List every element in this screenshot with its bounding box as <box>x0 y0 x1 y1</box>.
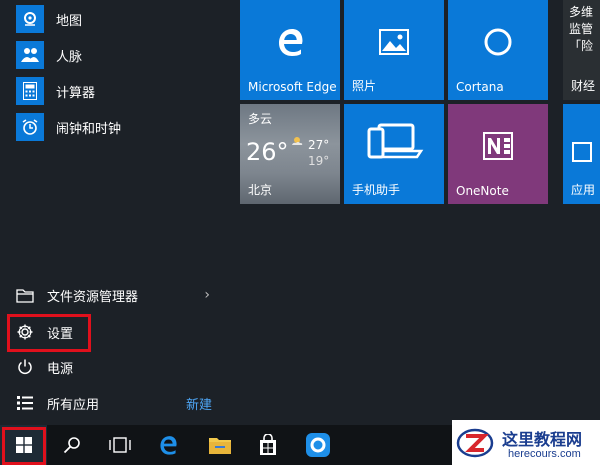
phone-laptop-icon <box>363 119 425 169</box>
finance-headline-line: 「险 <box>569 39 594 53</box>
tile-label: 照片 <box>352 79 377 93</box>
app-label: 闹钟和时钟 <box>56 121 122 137</box>
tile-label: Microsoft Edge <box>248 80 337 94</box>
all-apps-item[interactable]: 所有应用 新建 <box>0 386 232 420</box>
tile-edge[interactable]: Microsoft Edge <box>240 0 340 100</box>
people-icon <box>16 41 44 69</box>
tile-label: 北京 <box>248 183 273 197</box>
taskbar-store[interactable] <box>244 425 292 465</box>
alarm-clock-icon <box>16 113 44 141</box>
start-highlight-box <box>2 427 46 465</box>
file-explorer-label: 文件资源管理器 <box>47 289 139 305</box>
onenote-icon <box>482 130 514 166</box>
power-label: 电源 <box>47 361 74 377</box>
folder-icon <box>209 438 231 454</box>
tile-photos[interactable]: 照片 <box>344 0 444 100</box>
start-menu: 地图 人脉 计算器 闹钟和时钟 文件资源管理器 › 设置 电源 所有应用 新建 … <box>0 0 600 425</box>
tile-weather[interactable]: 多云 26° 27° 19° 北京 <box>240 104 340 204</box>
app-label: 地图 <box>56 13 83 29</box>
tile-onenote[interactable]: OneNote <box>448 104 548 204</box>
finance-headline-line: 监管 <box>569 22 594 36</box>
taskbar-app[interactable] <box>294 425 342 465</box>
app-item-people[interactable]: 人脉 <box>0 37 232 73</box>
watermark-url: herecours.com <box>508 448 581 460</box>
new-badge: 新建 <box>186 397 213 413</box>
search-button[interactable] <box>48 425 96 465</box>
chevron-right-icon[interactable]: › <box>204 287 210 303</box>
finance-headline-line: 多维 <box>569 5 594 19</box>
settings-highlight-box <box>7 314 91 352</box>
taskbar-edge[interactable] <box>144 425 192 465</box>
photo-icon <box>379 29 409 59</box>
store-icon <box>572 142 592 162</box>
weather-low: 19° <box>308 154 330 168</box>
tile-label: Cortana <box>456 80 504 94</box>
calculator-icon <box>16 77 44 105</box>
tile-cortana[interactable]: Cortana <box>448 0 548 100</box>
cloud-sun-icon <box>292 137 303 145</box>
folder-icon <box>15 285 35 305</box>
tile-label: OneNote <box>456 184 509 198</box>
app-item-maps[interactable]: 地图 <box>0 1 232 37</box>
watermark-title: 这里教程网 <box>502 430 583 449</box>
cortana-icon <box>482 26 514 62</box>
tile-label: 财经 <box>571 79 596 93</box>
task-view-button[interactable] <box>96 425 144 465</box>
weather-condition: 多云 <box>248 112 273 126</box>
watermark: 这里教程网 herecours.com <box>452 420 600 465</box>
all-apps-label: 所有应用 <box>47 397 100 413</box>
finance-headline: 多维 监管 「险 <box>569 4 593 55</box>
edge-icon <box>160 436 177 455</box>
file-explorer-item[interactable]: 文件资源管理器 › <box>0 278 232 312</box>
power-item[interactable]: 电源 <box>0 350 232 384</box>
weather-temperature: 26° <box>246 138 289 166</box>
tile-label: 应用 <box>571 183 596 197</box>
app-label: 计算器 <box>56 85 96 101</box>
tile-label: 手机助手 <box>352 183 401 197</box>
tile-finance[interactable]: 多维 监管 「险 财经 <box>563 0 600 100</box>
store-bag-icon <box>260 434 276 455</box>
app-item-alarms[interactable]: 闹钟和时钟 <box>0 109 232 145</box>
weather-high: 27° <box>308 138 330 152</box>
tile-phone-companion[interactable]: 手机助手 <box>344 104 444 204</box>
tile-store[interactable]: 应用 <box>563 104 600 204</box>
all-apps-icon <box>15 393 35 413</box>
map-pin-icon <box>16 5 44 33</box>
app-item-calculator[interactable]: 计算器 <box>0 73 232 109</box>
app-label: 人脉 <box>56 49 83 65</box>
taskbar-file-explorer[interactable] <box>196 425 244 465</box>
search-icon <box>63 437 80 454</box>
watermark-logo-icon <box>456 428 494 458</box>
power-icon <box>15 357 35 377</box>
app-q-icon <box>306 433 330 457</box>
task-view-icon <box>109 437 131 453</box>
edge-icon <box>274 26 306 62</box>
